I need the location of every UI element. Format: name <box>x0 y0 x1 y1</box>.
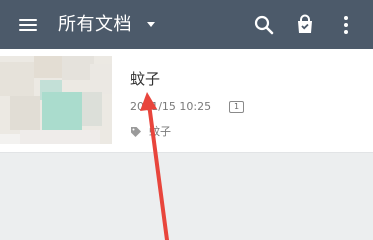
document-thumbnail <box>0 56 112 144</box>
dropdown-caret-icon[interactable] <box>147 22 155 27</box>
tag-icon <box>131 127 141 137</box>
page-count-badge: 1 <box>229 101 244 113</box>
menu-icon[interactable] <box>15 14 41 36</box>
more-vertical-icon[interactable] <box>334 13 358 37</box>
document-date: 20 /1/15 10:25 <box>130 100 212 113</box>
document-card[interactable]: 蚊子 20 /1/15 10:25 1 蚊子 <box>0 49 373 153</box>
bag-icon[interactable] <box>293 13 317 37</box>
app-bar: 所有文档 <box>0 0 373 49</box>
search-icon[interactable] <box>252 13 276 37</box>
document-title: 蚊子 <box>130 70 161 88</box>
folder-title[interactable]: 所有文档 <box>58 13 132 37</box>
document-tag: 蚊子 <box>149 125 171 138</box>
